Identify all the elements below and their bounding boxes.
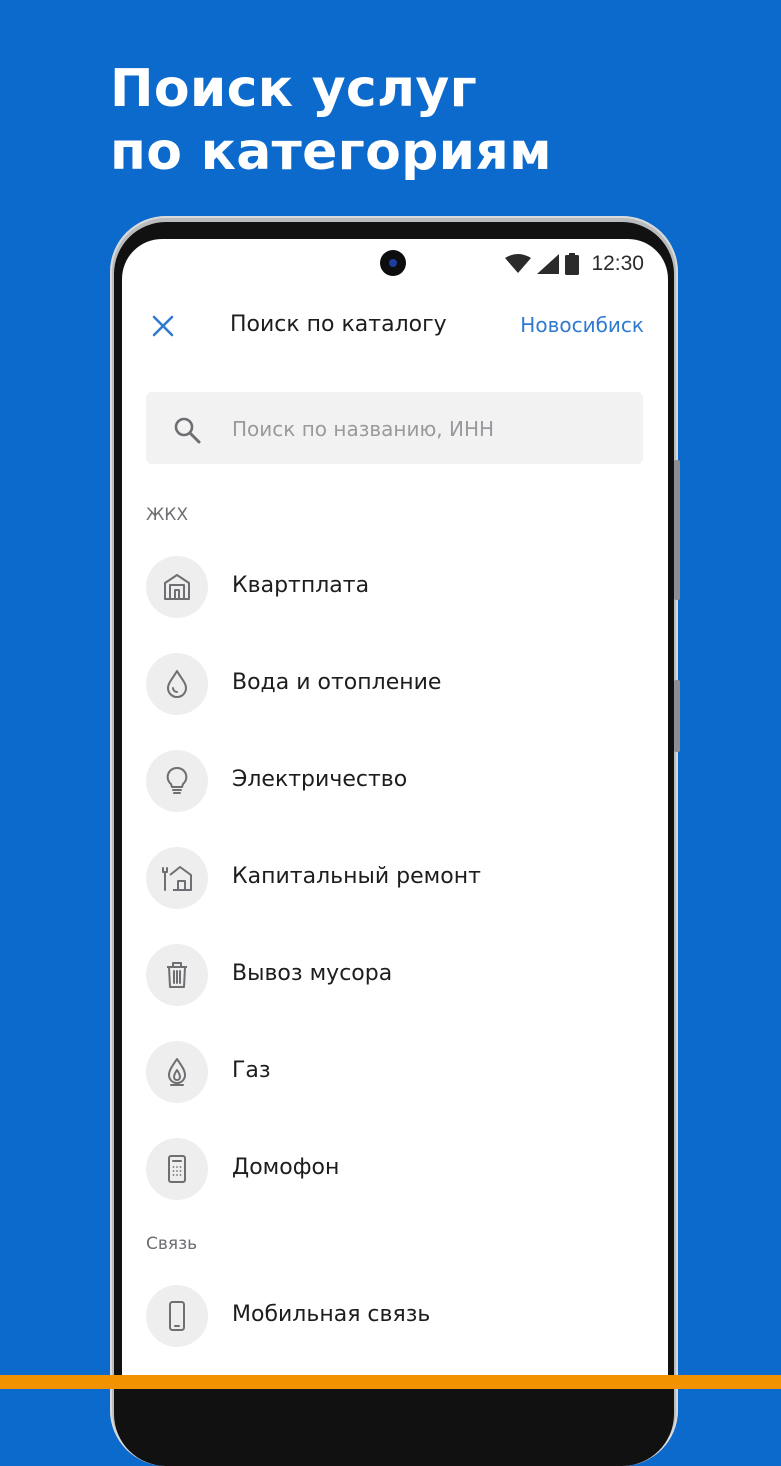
icon-circle <box>146 1041 208 1103</box>
promo-heading: Поиск услуг по категориям <box>110 58 552 184</box>
search-input[interactable] <box>230 392 624 466</box>
search-icon <box>174 417 201 444</box>
category-label: Квартплата <box>232 573 370 598</box>
category-item-water-heating[interactable]: Вода и отопление <box>146 653 643 715</box>
category-label: Вода и отопление <box>232 670 442 695</box>
category-item-electricity[interactable]: Электричество <box>146 750 643 812</box>
building-icon <box>164 574 190 600</box>
category-label: Электричество <box>232 767 408 792</box>
category-item-intercom[interactable]: Домофон <box>146 1138 643 1200</box>
gas-flame-icon <box>168 1058 186 1086</box>
house-repair-icon <box>162 866 192 891</box>
icon-circle <box>146 556 208 618</box>
category-label: Капитальный ремонт <box>232 864 481 889</box>
category-label: Газ <box>232 1058 271 1083</box>
category-item-garbage[interactable]: Вывоз мусора <box>146 944 643 1006</box>
status-bar: 12:30 <box>505 252 644 276</box>
phone-side-button <box>674 680 680 752</box>
wifi-icon <box>505 254 532 273</box>
category-item-rent[interactable]: Квартплата <box>146 556 643 618</box>
promo-line-1: Поиск услуг <box>110 59 478 119</box>
section-title-utilities: ЖКХ <box>146 505 189 525</box>
top-app-bar: Поиск по каталогу Новосибиск <box>122 299 668 351</box>
trash-icon <box>167 962 187 988</box>
bottom-accent-stripe <box>0 1375 781 1389</box>
page-title: Поиск по каталогу <box>230 312 447 337</box>
phone-side-button <box>674 460 680 600</box>
light-bulb-icon <box>166 766 188 794</box>
category-item-capital-repair[interactable]: Капитальный ремонт <box>146 847 643 909</box>
icon-circle <box>146 750 208 812</box>
status-time: 12:30 <box>591 252 644 275</box>
search-box[interactable] <box>146 392 643 466</box>
icon-circle <box>146 944 208 1006</box>
category-item-mobile[interactable]: Мобильная связь <box>146 1285 643 1347</box>
phone-screen: 12:30 Поиск по каталогу Новосибиск ЖКХ К… <box>122 239 668 1389</box>
category-label: Домофон <box>232 1155 340 1180</box>
icon-circle <box>146 653 208 715</box>
icon-circle <box>146 1285 208 1347</box>
water-drop-icon <box>167 670 187 698</box>
close-button[interactable] <box>148 311 178 341</box>
intercom-icon <box>168 1155 186 1183</box>
mobile-phone-icon <box>169 1301 185 1331</box>
category-label: Вывоз мусора <box>232 961 393 986</box>
icon-circle <box>146 847 208 909</box>
icon-circle <box>146 1138 208 1200</box>
city-selector[interactable]: Новосибиск <box>520 313 644 337</box>
battery-icon <box>565 253 580 275</box>
promo-line-2: по категориям <box>110 122 552 182</box>
section-title-communication: Связь <box>146 1234 198 1254</box>
front-camera <box>380 250 406 276</box>
close-icon <box>152 315 174 337</box>
category-item-gas[interactable]: Газ <box>146 1041 643 1103</box>
category-label: Мобильная связь <box>232 1302 431 1327</box>
signal-icon <box>537 254 560 274</box>
